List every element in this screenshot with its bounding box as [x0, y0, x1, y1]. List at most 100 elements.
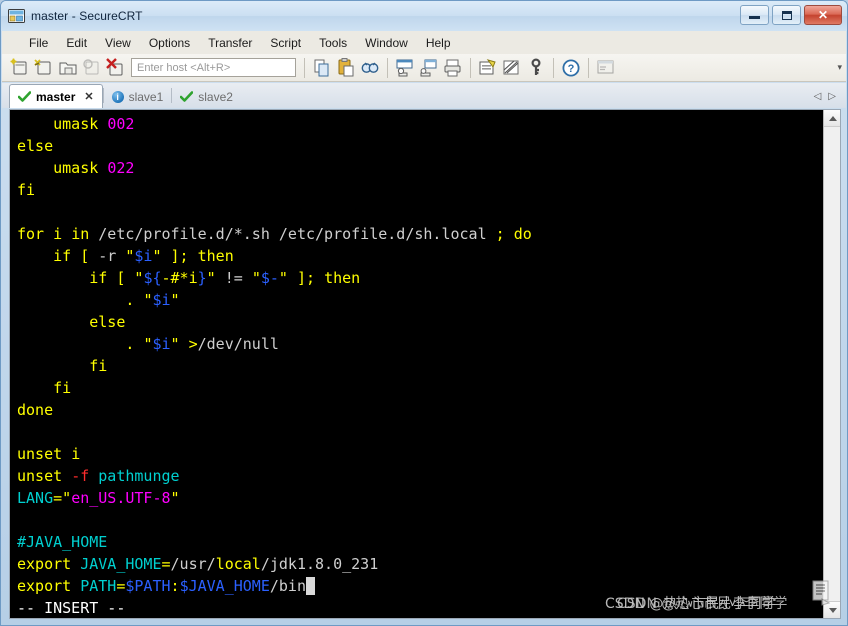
terminal-span	[71, 555, 80, 573]
session-options-icon[interactable]	[476, 56, 500, 80]
toolbar-separator	[470, 57, 471, 78]
tab-scroll-right-button[interactable]: ▷	[828, 91, 836, 102]
menu-view[interactable]: View	[96, 34, 140, 52]
menu-script[interactable]: Script	[261, 34, 310, 52]
terminal-span: =	[53, 489, 63, 507]
print-icon[interactable]	[441, 56, 465, 80]
tab-master[interactable]: master ✕	[9, 84, 103, 108]
print-screen-icon[interactable]	[393, 56, 417, 80]
menu-edit[interactable]: Edit	[57, 34, 96, 52]
menu-transfer[interactable]: Transfer	[199, 34, 261, 52]
toolbar-separator	[387, 57, 388, 78]
maximize-button[interactable]	[772, 5, 801, 25]
terminal-span: ];	[170, 247, 189, 265]
connect-sftp-icon[interactable]	[32, 56, 56, 80]
terminal-span	[315, 269, 324, 287]
terminal-span: ];	[296, 269, 316, 287]
tab-slave1[interactable]: i slave1	[104, 85, 172, 108]
terminal-panel: umask 002 else umask 022 fi for i in /etc/…	[9, 109, 841, 619]
terminal-span: PATH	[80, 577, 117, 595]
terminal-span	[17, 269, 89, 287]
menu-tools[interactable]: Tools	[310, 34, 356, 52]
terminal-span: /etc/profile.d/*.sh /etc/profile.d/sh.lo…	[89, 225, 496, 243]
log-session-icon[interactable]	[417, 56, 441, 80]
terminal-line: else	[17, 135, 823, 157]
menu-window[interactable]: Window	[356, 34, 417, 52]
copy-icon[interactable]	[310, 56, 334, 80]
menu-help[interactable]: Help	[417, 34, 460, 52]
host-input-placeholder: Enter host <Alt+R>	[137, 61, 231, 74]
tab-bar: master ✕ i slave1 slave2 ◁ ▷	[2, 83, 846, 108]
scroll-up-button[interactable]	[824, 110, 840, 127]
disconnect-icon[interactable]	[104, 56, 128, 80]
find-icon[interactable]	[358, 56, 382, 80]
tab-slave2[interactable]: slave2	[172, 85, 241, 108]
terminal-span	[71, 247, 80, 265]
new-session-icon[interactable]	[8, 56, 32, 80]
help-icon[interactable]: ?	[559, 56, 583, 80]
terminal-span: ;	[495, 225, 505, 243]
close-button[interactable]: ✕	[804, 5, 842, 25]
chevron-up-icon	[828, 115, 837, 121]
terminal-span: /jdk1.8.0_231	[260, 555, 379, 573]
connect-folder-icon[interactable]	[56, 56, 80, 80]
svg-text:?: ?	[568, 63, 575, 75]
title-bar[interactable]: master - SecureCRT ✕	[1, 1, 847, 31]
terminal-span: umask	[53, 159, 108, 177]
vim-status-line: -- INSERT --	[17, 599, 126, 617]
terminal-span	[107, 269, 116, 287]
terminal-span: export	[17, 555, 72, 573]
terminal-span	[17, 115, 53, 133]
chat-window-icon[interactable]	[594, 56, 618, 80]
terminal-line: if [ -r "$i" ]; then	[17, 245, 823, 267]
minimize-icon	[749, 16, 760, 19]
toolbar-separator	[588, 57, 589, 78]
paste-icon[interactable]	[334, 56, 358, 80]
terminal-span: "	[170, 291, 180, 309]
toolbar-overflow-button[interactable]: ▾	[837, 62, 842, 73]
terminal-span: en_US.UTF-8	[71, 489, 171, 507]
terminal-span: JAVA_HOME	[80, 555, 162, 573]
terminal-line: umask 022	[17, 157, 823, 179]
terminal-span: then	[324, 269, 361, 287]
terminal-span	[71, 577, 80, 595]
terminal-span: i	[71, 445, 81, 463]
terminal-span: 002	[107, 115, 135, 133]
terminal-span: 022	[107, 159, 135, 177]
terminal-line: #JAVA_HOME	[17, 531, 823, 553]
menu-options[interactable]: Options	[140, 34, 199, 52]
terminal-span	[89, 467, 98, 485]
minimize-button[interactable]	[740, 5, 769, 25]
tab-scroll-left-button[interactable]: ◁	[814, 91, 822, 102]
tab-label: slave1	[128, 89, 164, 104]
terminal-line: fi	[17, 377, 823, 399]
terminal-span	[17, 357, 89, 375]
terminal-line: . "$i" >/dev/null	[17, 333, 823, 355]
tab-close-button[interactable]: ✕	[84, 90, 93, 103]
terminal-span	[180, 335, 189, 353]
terminal-span: "	[152, 247, 162, 265]
window-title: master - SecureCRT	[31, 9, 143, 23]
terminal-span: if	[53, 247, 72, 265]
reconnect-icon[interactable]	[80, 56, 104, 80]
terminal-span	[288, 269, 297, 287]
global-options-icon[interactable]	[500, 56, 524, 80]
key-icon[interactable]	[524, 56, 548, 80]
toolbar: Enter host <Alt+R> ? ▾	[2, 54, 846, 82]
terminal-span	[62, 445, 71, 463]
terminal-span: "	[251, 269, 261, 287]
terminal-line: if [ "${-#*i}" != "$-" ]; then	[17, 267, 823, 289]
terminal-span	[189, 247, 198, 265]
terminal-output[interactable]: umask 002 else umask 022 fi for i in /etc/…	[10, 110, 823, 618]
tab-scroll-controls: ◁ ▷	[814, 85, 846, 108]
terminal-scrollbar[interactable]	[823, 110, 840, 618]
terminal-span: "	[278, 269, 288, 287]
host-input[interactable]: Enter host <Alt+R>	[131, 58, 296, 77]
terminal-span: do	[513, 225, 532, 243]
securecrt-window: master - SecureCRT ✕ File Edit View Opti…	[0, 0, 848, 626]
terminal-line: done	[17, 399, 823, 421]
tab-label: master	[36, 89, 76, 104]
terminal-span: else	[89, 313, 126, 331]
menu-file[interactable]: File	[20, 34, 57, 52]
scroll-down-button[interactable]	[824, 601, 840, 618]
